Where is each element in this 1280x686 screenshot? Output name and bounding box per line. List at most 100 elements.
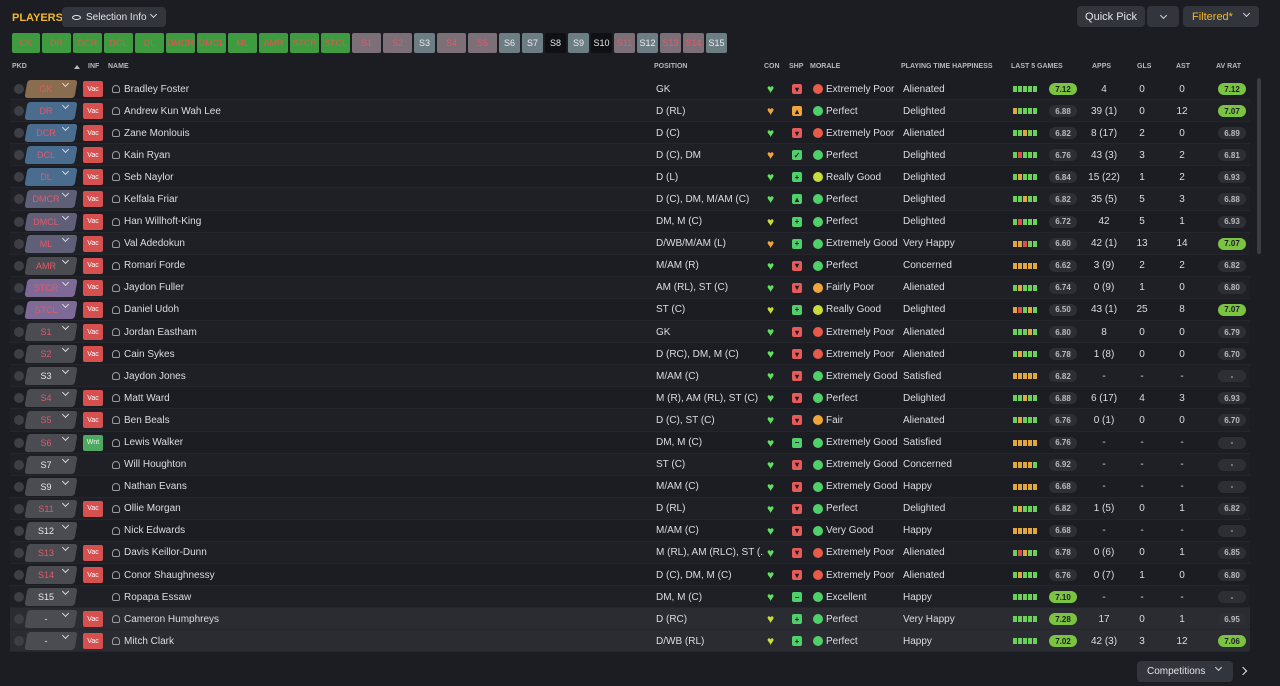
position-button-s3[interactable]: S3 bbox=[414, 33, 435, 53]
table-row[interactable]: S1 Vac Jordan Eastham GK ♥ ▾ Extremely Poor Ali… bbox=[10, 321, 1250, 344]
competitions-button[interactable]: Competitions bbox=[1137, 661, 1233, 682]
player-name[interactable]: Andrew Kun Wah Lee bbox=[124, 100, 324, 122]
row-select-checkbox[interactable] bbox=[14, 371, 24, 382]
column-header-ast[interactable]: AST bbox=[1176, 63, 1190, 75]
column-header-playing-time[interactable]: PLAYING TIME HAPPINESS bbox=[901, 63, 993, 75]
row-select-checkbox[interactable] bbox=[14, 194, 24, 205]
filter-button[interactable]: Filtered* bbox=[1183, 6, 1259, 27]
player-name[interactable]: Daniel Udoh bbox=[124, 299, 324, 321]
column-header-pkd[interactable]: PKD bbox=[12, 63, 27, 75]
position-button-s6[interactable]: S6 bbox=[499, 33, 520, 53]
column-header-apps[interactable]: APPS bbox=[1092, 63, 1111, 75]
player-name[interactable]: Kain Ryan bbox=[124, 144, 324, 166]
player-name[interactable]: Jordan Eastham bbox=[124, 321, 324, 343]
table-row[interactable]: S14 Vac Conor Shaughnessy D (C), DM, M (C) ♥… bbox=[10, 564, 1250, 587]
player-name[interactable]: Will Houghton bbox=[124, 454, 324, 476]
row-select-checkbox[interactable] bbox=[14, 525, 24, 536]
position-button-stcr[interactable]: STCR bbox=[290, 33, 319, 53]
row-select-checkbox[interactable] bbox=[14, 238, 24, 249]
table-row[interactable]: S12 Nick Edwards M/AM (C) ♥ ▾ Very Good Happy 6… bbox=[10, 520, 1250, 542]
table-row[interactable]: S5 Vac Ben Beals D (C), ST (C) ♥ ▾ Fair Alienat… bbox=[10, 409, 1250, 432]
column-header-name[interactable]: NAME bbox=[108, 63, 129, 75]
table-row[interactable]: AMR Vac Romari Forde M/AM (R) ♥ ▾ Perfect Conce… bbox=[10, 255, 1250, 277]
table-row[interactable]: - Vac Mitch Clark D/WB (RL) ♥ + Perfect Happy 7.… bbox=[10, 630, 1250, 653]
position-button-s15[interactable]: S15 bbox=[706, 33, 727, 53]
position-button-s7[interactable]: S7 bbox=[522, 33, 543, 53]
position-button-s1[interactable]: S1 bbox=[352, 33, 381, 53]
row-select-checkbox[interactable] bbox=[14, 304, 24, 315]
position-button-ml[interactable]: ML bbox=[228, 33, 257, 53]
player-name[interactable]: Romari Forde bbox=[124, 255, 324, 277]
quick-pick-button[interactable]: Quick Pick bbox=[1077, 6, 1145, 27]
player-name[interactable]: Ben Beals bbox=[124, 409, 324, 431]
table-row[interactable]: S9 Nathan Evans M/AM (C) ♥ ▾ Extremely Good Ha… bbox=[10, 476, 1250, 498]
row-select-checkbox[interactable] bbox=[14, 260, 24, 271]
player-name[interactable]: Lewis Walker bbox=[124, 432, 324, 454]
row-select-checkbox[interactable] bbox=[14, 481, 24, 492]
player-name[interactable]: Conor Shaughnessy bbox=[124, 564, 324, 586]
position-button-s14[interactable]: S14 bbox=[683, 33, 704, 53]
row-select-checkbox[interactable] bbox=[14, 393, 24, 404]
chevron-right-icon[interactable] bbox=[1238, 666, 1248, 676]
player-name[interactable]: Val Adedokun bbox=[124, 233, 324, 255]
row-select-checkbox[interactable] bbox=[14, 570, 24, 581]
column-header-last5[interactable]: LAST 5 GAMES bbox=[1011, 63, 1063, 75]
row-select-checkbox[interactable] bbox=[14, 349, 24, 360]
row-select-checkbox[interactable] bbox=[14, 216, 24, 227]
position-button-s13[interactable]: S13 bbox=[660, 33, 681, 53]
table-row[interactable]: S15 Ropapa Essaw DM, M (C) ♥ − Excellent Happy… bbox=[10, 586, 1250, 609]
row-select-checkbox[interactable] bbox=[14, 503, 24, 514]
row-select-checkbox[interactable] bbox=[14, 282, 24, 293]
position-button-s2[interactable]: S2 bbox=[383, 33, 412, 53]
position-button-gk[interactable]: GK bbox=[12, 33, 40, 53]
row-select-checkbox[interactable] bbox=[14, 614, 24, 625]
column-header-gls[interactable]: GLS bbox=[1137, 63, 1151, 75]
table-row[interactable]: DMCR Vac Kelfala Friar D (C), DM, M/AM (C) ♥… bbox=[10, 188, 1250, 211]
quick-pick-dropdown-button[interactable] bbox=[1147, 6, 1179, 27]
table-row[interactable]: DR Vac Andrew Kun Wah Lee D (RL) ♥ ▴ Perfect De… bbox=[10, 100, 1250, 123]
position-button-dmcr[interactable]: DMCR bbox=[166, 33, 195, 53]
player-name[interactable]: Cain Sykes bbox=[124, 343, 324, 365]
position-button-s8[interactable]: S8 bbox=[545, 33, 566, 53]
player-name[interactable]: Seb Naylor bbox=[124, 166, 324, 188]
player-name[interactable]: Mitch Clark bbox=[124, 630, 324, 652]
column-header-shp[interactable]: SHP bbox=[789, 63, 803, 75]
row-select-checkbox[interactable] bbox=[14, 415, 24, 426]
table-row[interactable]: S2 Vac Cain Sykes D (RC), DM, M (C) ♥ ▾ Extrem… bbox=[10, 343, 1250, 366]
position-button-s5[interactable]: S5 bbox=[468, 33, 497, 53]
position-button-s11[interactable]: S11 bbox=[614, 33, 635, 53]
player-name[interactable]: Davis Keillor-Dunn bbox=[124, 542, 324, 564]
table-row[interactable]: S11 Vac Ollie Morgan D (RL) ♥ ▾ Perfect Delight… bbox=[10, 497, 1250, 520]
player-name[interactable]: Nick Edwards bbox=[124, 520, 324, 542]
table-row[interactable]: - Vac Cameron Humphreys D (RC) ♥ + Perfect Very… bbox=[10, 608, 1250, 631]
player-name[interactable]: Matt Ward bbox=[124, 387, 324, 409]
table-row[interactable]: S13 Vac Davis Keillor-Dunn M (RL), AM (RLC)… bbox=[10, 541, 1250, 565]
row-select-checkbox[interactable] bbox=[14, 437, 24, 448]
column-header-con[interactable]: CON bbox=[764, 63, 780, 75]
table-row[interactable]: DMCL Vac Han Willhoft-King DM, M (C) ♥ + Perfe… bbox=[10, 211, 1250, 233]
row-select-checkbox[interactable] bbox=[14, 636, 24, 647]
position-button-dl[interactable]: DL bbox=[135, 33, 164, 53]
column-header-inf[interactable]: INF bbox=[88, 63, 99, 75]
table-row[interactable]: DCR Vac Zane Monlouis D (C) ♥ ▾ Extremely Poor… bbox=[10, 122, 1250, 145]
selection-info-button[interactable]: Selection Info bbox=[62, 7, 166, 27]
player-name[interactable]: Kelfala Friar bbox=[124, 188, 324, 210]
position-button-stcl[interactable]: STCL bbox=[321, 33, 350, 53]
position-button-dcl[interactable]: DCL bbox=[104, 33, 133, 53]
position-button-amr[interactable]: AMR bbox=[259, 33, 288, 53]
player-name[interactable]: Zane Monlouis bbox=[124, 122, 324, 144]
player-name[interactable]: Bradley Foster bbox=[124, 78, 324, 100]
player-name[interactable]: Ollie Morgan bbox=[124, 498, 324, 520]
row-select-checkbox[interactable] bbox=[14, 547, 24, 558]
row-select-checkbox[interactable] bbox=[14, 172, 24, 183]
position-button-dr[interactable]: DR bbox=[42, 33, 71, 53]
player-name[interactable]: Jaydon Jones bbox=[124, 365, 324, 387]
row-select-checkbox[interactable] bbox=[14, 150, 24, 161]
table-row[interactable]: GK Vac Bradley Foster GK ♥ ▾ Extremely Poor Ali… bbox=[10, 78, 1250, 101]
column-header-position[interactable]: POSITION bbox=[654, 63, 687, 75]
column-header-avrat[interactable]: AV RAT bbox=[1216, 63, 1241, 75]
row-select-checkbox[interactable] bbox=[14, 106, 24, 117]
column-header-morale[interactable]: MORALE bbox=[810, 63, 840, 75]
table-row[interactable]: STCL Vac Daniel Udoh ST (C) ♥ + Really Good Del… bbox=[10, 299, 1250, 322]
player-name[interactable]: Jaydon Fuller bbox=[124, 277, 324, 299]
